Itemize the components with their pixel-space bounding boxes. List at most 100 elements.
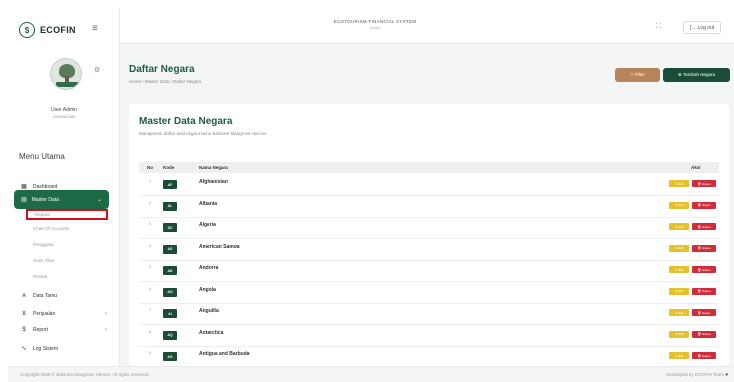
country-code-badge: AQ xyxy=(163,330,177,340)
master-data-card: Master Data Negara Manajemen daftar asal… xyxy=(129,104,729,368)
row-number: 7 xyxy=(149,307,152,312)
avatar xyxy=(50,58,82,90)
row-number: 1 xyxy=(149,178,152,183)
edit-button[interactable]: ✎ Edit xyxy=(669,309,689,316)
sidebar-item-label: Log Sistem xyxy=(33,345,59,352)
delete-button[interactable]: 🗑 Hapus xyxy=(692,352,716,359)
delete-button[interactable]: 🗑 Hapus xyxy=(692,287,716,295)
sidebar-item-label: Report xyxy=(33,327,49,333)
edit-button[interactable]: ✎ Edit xyxy=(669,352,689,359)
edit-button[interactable]: ✎ Edit xyxy=(669,266,689,273)
table-row: 8 AQ Antarctica ✎ Edit 🗑 Hapus xyxy=(139,325,719,347)
table-row: 9 AG Antigua and Barbuda ✎ Edit 🗑 Hapus xyxy=(139,346,719,368)
logout-button[interactable]: [→ Log out xyxy=(683,21,721,34)
sidebar-item-data-tamu[interactable]: ᴙ Data Tamu xyxy=(20,293,57,299)
row-number: 4 xyxy=(149,242,152,248)
edit-button[interactable]: ✎ Edit xyxy=(669,244,689,252)
users-icon: ᴙ xyxy=(22,293,26,299)
card-description: Manajemen daftar asal negara tamu Balara… xyxy=(139,131,267,136)
delete-button[interactable]: 🗑 Hapus xyxy=(692,223,716,230)
table-header: No Kode Nama Negara Aksi xyxy=(139,162,719,173)
footer-credit-text: Developed by ECOFIN Team xyxy=(666,372,725,377)
country-name: Antigua and Barbuda xyxy=(199,351,250,357)
column-header-name: Nama Negara xyxy=(199,165,228,170)
country-code-badge: AO xyxy=(163,287,177,297)
delete-button[interactable]: 🗑 Hapus xyxy=(692,244,716,252)
submenu-item-jenis-tiket[interactable]: Jenis Tiket xyxy=(33,258,54,263)
submenu-item-negara[interactable]: Negara xyxy=(26,209,108,220)
menu-title: Menu Utama xyxy=(19,152,65,161)
country-name: Anguilla xyxy=(199,308,219,314)
delete-button[interactable]: 🗑 Hapus xyxy=(692,309,716,316)
settings-gear-icon[interactable]: ⚙ xyxy=(94,66,100,74)
delete-button[interactable]: 🗑 Hapus xyxy=(692,330,716,338)
chevron-right-icon: › xyxy=(105,310,107,317)
country-code-badge: AG xyxy=(163,352,177,361)
sidebar-item-penjualan[interactable]: ⊻ Penjualan › xyxy=(20,310,107,318)
sidebar-item-log-sistem[interactable]: ∿ Log Sistem xyxy=(20,345,59,353)
heart-icon: ♥ xyxy=(725,372,728,377)
sidebar-item-label: Penjualan xyxy=(33,310,56,317)
chevron-right-icon: › xyxy=(105,327,107,333)
table-row: 5 AD Andorra ✎ Edit 🗑 Hapus xyxy=(139,260,719,282)
row-number: 9 xyxy=(149,350,152,355)
sidebar: $ ECOFIN ≡ ⚙ User Admin 9295561885 Menu … xyxy=(8,8,120,366)
table-row: 2 AL Albania ✎ Edit 🗑 Hapus xyxy=(139,196,719,218)
page-title: Daftar Negara xyxy=(129,64,195,75)
sidebar-item-master-data[interactable]: ▤ Master Data ⌄ xyxy=(14,190,109,209)
row-number: 3 xyxy=(149,221,152,226)
row-number: 6 xyxy=(149,285,152,291)
activity-icon: ∿ xyxy=(21,346,27,352)
footer: Copyright 2026 © Balaram Mangrove Heroes… xyxy=(8,366,734,382)
hamburger-menu-icon[interactable]: ≡ xyxy=(92,23,98,34)
country-name: Angola xyxy=(199,286,216,293)
leaf-circle-icon: $ xyxy=(19,22,35,38)
country-code-badge: AF xyxy=(163,180,177,189)
country-code-badge: AL xyxy=(163,201,177,211)
country-name: American Samoa xyxy=(199,243,240,250)
sidebar-item-label: Master Data xyxy=(31,196,59,203)
table-row: 6 AO Angola ✎ Edit 🗑 Hapus xyxy=(139,282,719,304)
edit-button[interactable]: ✎ Edit xyxy=(669,330,689,338)
sidebar-item-label: Dashboard xyxy=(33,183,58,190)
card-title: Master Data Negara xyxy=(139,116,233,127)
footer-copyright: Copyright 2026 © Balaram Mangrove Heroes… xyxy=(20,372,150,377)
brand[interactable]: $ ECOFIN xyxy=(19,22,76,38)
footer-credit: Developed by ECOFIN Team ♥ xyxy=(666,372,728,377)
topbar: ECOTOURISM FINANCIAL SYSTEM Ecofin ⛶ [→ … xyxy=(120,8,734,44)
edit-button[interactable]: ✎ Edit xyxy=(669,223,689,230)
sidebar-item-report[interactable]: $ Report › xyxy=(20,327,107,333)
user-id: 9295561885 xyxy=(52,114,76,119)
column-header-action: Aksi xyxy=(691,165,701,170)
filter-button[interactable]: ▽ Filter xyxy=(615,68,660,82)
country-name: Algeria xyxy=(199,222,216,228)
breadcrumb: Home / Master Data / Daftar Negara xyxy=(129,79,202,84)
submenu-item-produk[interactable]: Produk xyxy=(33,274,47,279)
delete-button[interactable]: 🗑 Hapus xyxy=(692,201,716,209)
delete-button[interactable]: 🗑 Hapus xyxy=(692,266,716,273)
table-row: 7 AI Anguilla ✎ Edit 🗑 Hapus xyxy=(139,303,719,325)
sidebar-item-dashboard[interactable]: ▦ Dashboard xyxy=(20,183,58,191)
column-header-code: Kode xyxy=(163,165,175,170)
country-name: Antarctica xyxy=(199,329,224,336)
cart-icon: ⊻ xyxy=(21,311,27,317)
submenu-item-pengguna[interactable]: Pengguna xyxy=(33,242,54,247)
country-code-badge: AS xyxy=(163,244,177,254)
add-country-button[interactable]: ⊕ Tambah Negara xyxy=(663,68,730,82)
country-code-badge: AI xyxy=(163,309,177,318)
database-icon: ▤ xyxy=(21,197,27,203)
chevron-down-icon: ⌄ xyxy=(96,197,102,203)
edit-button[interactable]: ✎ Edit xyxy=(669,180,689,187)
country-name: Albania xyxy=(199,200,218,207)
edit-button[interactable]: ✎ Edit xyxy=(669,287,689,295)
delete-button[interactable]: 🗑 Hapus xyxy=(692,180,716,187)
grid-icon: ▦ xyxy=(21,184,27,190)
edit-button[interactable]: ✎ Edit xyxy=(669,201,689,209)
country-code-badge: AD xyxy=(163,266,177,275)
fullscreen-icon[interactable]: ⛶ xyxy=(656,23,661,31)
submenu-item-chart-of-accounts[interactable]: Chart Of Accounts xyxy=(33,226,70,231)
system-title: ECOTOURISM FINANCIAL SYSTEM xyxy=(333,19,417,24)
table-row: 4 AS American Samoa ✎ Edit 🗑 Hapus xyxy=(139,239,719,261)
country-name: Afghanistan xyxy=(199,179,228,185)
app-shell: $ ECOFIN ≡ ⚙ User Admin 9295561885 Menu … xyxy=(8,8,734,382)
